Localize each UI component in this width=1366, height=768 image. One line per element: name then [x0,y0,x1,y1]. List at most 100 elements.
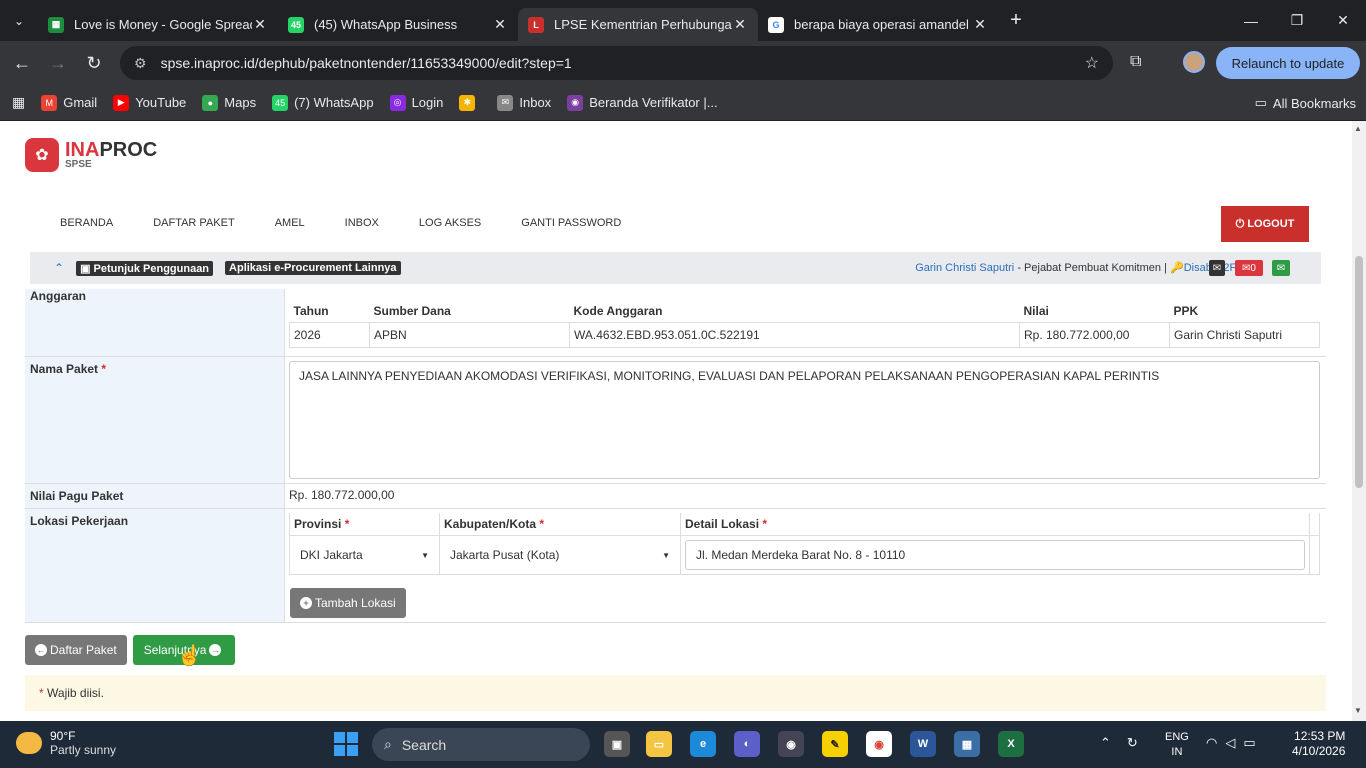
sync-icon[interactable]: ↻ [1127,735,1138,751]
nav-log-akses[interactable]: LOG AKSES [419,217,481,229]
pinwheel-icon: ✱ [459,94,476,111]
power-icon: ⏻ [1235,217,1245,230]
language-indicator[interactable]: ENG IN [1165,730,1189,760]
tab-lpse[interactable]: L LPSE Kementrian Perhubungan ✕ [518,8,758,41]
new-tab-button[interactable]: + [998,9,1034,32]
scroll-down-icon[interactable]: ▼ [1354,706,1362,715]
weather-text: Partly sunny [50,743,117,757]
scroll-up-icon[interactable]: ▲ [1354,124,1362,133]
nama-paket-label: Nama Paket [30,362,99,376]
all-bookmarks[interactable]: ▭ All Bookmarks [1255,95,1356,111]
bookmark-label: Login [411,95,444,110]
url-bar[interactable]: ⚙ spse.inaproc.id/dephub/paketnontender/… [120,46,1113,80]
th-nilai: Nilai [1019,300,1170,323]
apps-grid-icon[interactable]: ▦ [12,94,25,111]
nav-ganti-password[interactable]: GANTI PASSWORD [521,217,621,229]
app-icon[interactable]: ◐ [734,731,760,757]
back-icon[interactable]: ← [4,53,40,74]
tab-sheets[interactable]: ▦ Love is Money - Google Spread ✕ [38,8,278,41]
inbox-open-icon[interactable]: ✉ [1272,260,1290,276]
start-button[interactable] [334,732,358,756]
bookmark-whatsapp[interactable]: 45 (7) WhatsApp [272,94,374,111]
bookmark-youtube[interactable]: ▶ YouTube [113,94,186,111]
nav-daftar-paket[interactable]: DAFTAR PAKET [153,217,235,229]
th-provinsi: Provinsi [294,517,342,531]
extensions-icon[interactable]: ⧉ [1130,53,1141,71]
user-name-link[interactable]: Garin Christi Saputri [915,262,1014,274]
tab-whatsapp[interactable]: 45 (45) WhatsApp Business ✕ [278,8,518,41]
anggaran-label: Anggaran [25,289,285,356]
close-tab-icon[interactable]: ✕ [492,16,508,33]
nav-beranda[interactable]: BERANDA [60,217,113,229]
forward-icon[interactable]: → [40,53,76,74]
profile-avatar[interactable] [1183,51,1205,73]
collapse-chevron-icon[interactable]: ⌃ [54,261,64,275]
bookmark-gmail[interactable]: M Gmail [41,94,97,111]
network-audio-battery[interactable]: ◠ ◁ ▭ [1206,735,1256,751]
edge-icon[interactable]: e [690,731,716,757]
tambah-lokasi-button[interactable]: + Tambah Lokasi [290,588,406,618]
bookmark-inbox[interactable]: ✉ Inbox [497,94,551,111]
detail-lokasi-input[interactable]: Jl. Medan Merdeka Barat No. 8 - 10110 [685,540,1305,570]
daftar-paket-label: Daftar Paket [50,643,117,657]
date: 4/10/2026 [1292,744,1346,758]
address-bar-row: ← → ↻ ⚙ spse.inaproc.id/dephub/paketnont… [0,41,1366,85]
message-icon[interactable]: ✉ [1209,260,1225,276]
provinsi-select[interactable]: DKI Jakarta ▼ [290,540,439,570]
close-tab-icon[interactable]: ✕ [252,16,268,33]
kabupaten-select[interactable]: Jakarta Pusat (Kota) ▼ [440,540,680,570]
lang-primary: ENG [1165,731,1189,743]
restore-icon[interactable]: ❐ [1274,0,1320,41]
bookmark-beranda[interactable]: ◉ Beranda Verifikator |... [567,94,718,111]
table-row: 2026 APBN WA.4632.EBD.953.051.0C.522191 … [289,322,1320,348]
file-explorer-icon[interactable]: ▭ [646,731,672,757]
nav-amel[interactable]: AMEL [275,217,305,229]
taskbar-search[interactable]: ⌕ Search [372,728,590,761]
cell-ppk: Garin Christi Saputri [1169,322,1320,348]
mail-badge[interactable]: ✉ 0 [1235,260,1263,276]
relaunch-button[interactable]: Relaunch to update [1216,47,1360,79]
bookmark-login[interactable]: ◎ Login [389,94,444,111]
chrome-icon[interactable]: ◉ [866,731,892,757]
mail-count: 0 [1250,262,1256,274]
excel-icon[interactable]: X [998,731,1024,757]
camera-icon[interactable]: ◉ [778,731,804,757]
word-icon[interactable]: W [910,731,936,757]
page-scrollbar[interactable]: ▲ ▼ [1352,121,1366,721]
inaproc-logo[interactable]: ✿ INAPROC SPSE [25,138,157,172]
verifikator-icon: ◉ [567,94,584,111]
close-tab-icon[interactable]: ✕ [732,16,748,33]
logout-button[interactable]: ⏻ LOGOUT [1221,206,1309,242]
nama-paket-textarea[interactable]: JASA LAINNYA PENYEDIAAN AKOMODASI VERIFI… [289,361,1320,479]
close-tab-icon[interactable]: ✕ [972,16,988,33]
minimize-icon[interactable]: — [1228,0,1274,41]
reload-icon[interactable]: ↻ [76,53,112,74]
bookmark-star-icon[interactable]: ☆ [1085,53,1099,73]
bookmark-pinwheel[interactable]: ✱ [459,94,481,111]
anggaran-label-text: Anggaran [30,289,87,303]
scrollbar-thumb[interactable] [1355,256,1363,488]
chevron-up-icon[interactable]: ⌃ [1100,735,1111,751]
petunjuk-button[interactable]: ▣ Petunjuk Penggunaan [76,260,214,276]
daftar-paket-button[interactable]: ← Daftar Paket [25,635,127,665]
cell-nilai: Rp. 180.772.000,00 [1019,322,1170,348]
tab-search-chevron-icon[interactable]: ⌄ [0,0,38,41]
nav-inbox[interactable]: INBOX [345,217,379,229]
site-info-icon[interactable]: ⚙ [134,55,147,72]
weather-widget[interactable]: 90°F Partly sunny [16,729,116,757]
youtube-icon: ▶ [113,94,130,111]
close-window-icon[interactable]: ✕ [1320,0,1366,41]
sticky-notes-icon[interactable]: ✎ [822,731,848,757]
clock[interactable]: 12:53 PM 4/10/2026 [1292,729,1345,759]
main-nav: BERANDA DAFTAR PAKET AMEL INBOX LOG AKSE… [60,217,661,229]
cell-tahun: 2026 [289,322,370,348]
disable-2fa-link[interactable]: 🔑Disable 2FA [1170,262,1243,274]
bookmark-maps[interactable]: ● Maps [202,94,256,111]
sheets-icon: ▦ [48,16,64,33]
volume-icon: ◁ [1225,735,1236,750]
tab-title: berapa biaya operasi amandel [794,17,969,32]
task-view-icon[interactable]: ▣ [604,731,630,757]
tab-google[interactable]: G berapa biaya operasi amandel ✕ [758,8,998,41]
aplikasi-button[interactable]: Aplikasi e-Procurement Lainnya [225,261,401,275]
calculator-icon[interactable]: ▦ [954,731,980,757]
